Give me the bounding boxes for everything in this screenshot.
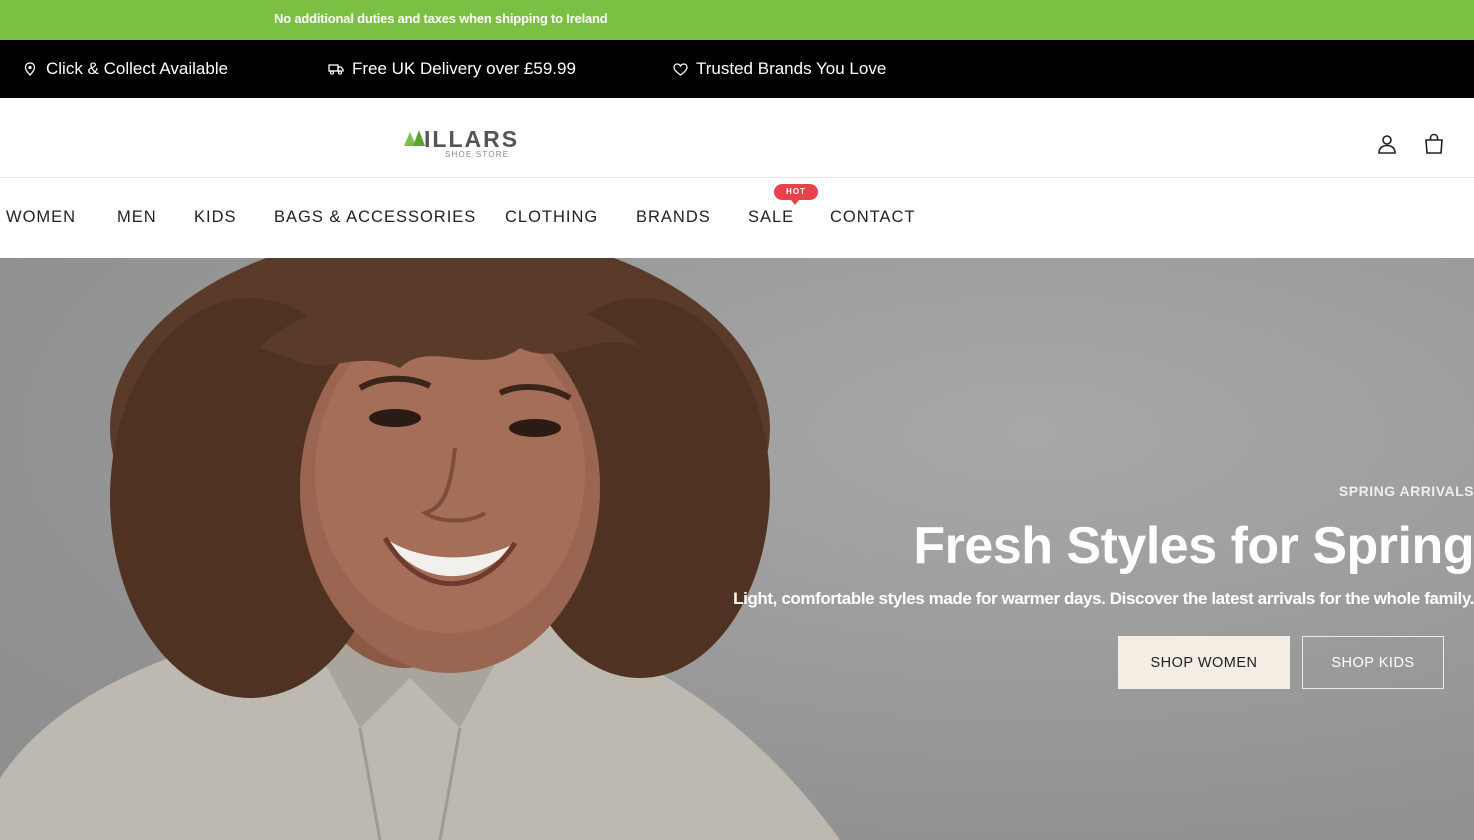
hero-description: Light, comfortable styles made for warme… bbox=[733, 589, 1474, 608]
announcement-bar: No additional duties and taxes when ship… bbox=[0, 0, 1474, 40]
usp-trusted-brands: Trusted Brands You Love bbox=[672, 59, 886, 79]
hero-banner: SPRING ARRIVALS Fresh Styles for Spring … bbox=[0, 258, 1474, 840]
nav-item-brands[interactable]: BRANDS bbox=[636, 208, 711, 227]
site-header: ILLARS SHOE STORE bbox=[0, 98, 1474, 178]
nav-item-sale[interactable]: SALE bbox=[748, 208, 794, 227]
truck-icon bbox=[328, 61, 344, 77]
shopping-bag-icon[interactable] bbox=[1422, 132, 1446, 156]
nav-item-contact[interactable]: CONTACT bbox=[830, 208, 916, 227]
usp-bar: Click & Collect Available Free UK Delive… bbox=[0, 40, 1474, 98]
hot-badge: HOT bbox=[774, 184, 818, 205]
usp-click-collect: Click & Collect Available bbox=[22, 59, 228, 79]
nav-item-bags-accessories[interactable]: BAGS & ACCESSORIES bbox=[274, 208, 476, 227]
account-icon[interactable] bbox=[1375, 132, 1399, 156]
shop-kids-button[interactable]: SHOP KIDS bbox=[1302, 636, 1444, 689]
usp-label: Trusted Brands You Love bbox=[696, 59, 887, 78]
nav-item-clothing[interactable]: CLOTHING bbox=[505, 208, 598, 227]
main-nav: WOMEN MEN KIDS BAGS & ACCESSORIES CLOTHI… bbox=[0, 178, 1474, 258]
hero-eyebrow: SPRING ARRIVALS bbox=[1338, 483, 1474, 499]
announcement-text: No additional duties and taxes when ship… bbox=[274, 11, 608, 26]
heart-icon bbox=[672, 61, 688, 77]
nav-item-women[interactable]: WOMEN bbox=[6, 208, 76, 227]
hero-headline: Fresh Styles for Spring bbox=[913, 517, 1474, 575]
logo-subtitle: SHOE STORE bbox=[445, 150, 510, 159]
nav-item-men[interactable]: MEN bbox=[117, 208, 157, 227]
logo-text: ILLARS bbox=[424, 126, 520, 152]
usp-free-delivery: Free UK Delivery over £59.99 bbox=[328, 59, 576, 79]
site-logo[interactable]: ILLARS SHOE STORE bbox=[404, 126, 524, 160]
shop-women-button[interactable]: SHOP WOMEN bbox=[1118, 636, 1290, 689]
pin-icon bbox=[22, 61, 38, 77]
usp-label: Free UK Delivery over £59.99 bbox=[352, 59, 576, 78]
usp-label: Click & Collect Available bbox=[46, 59, 229, 78]
nav-item-kids[interactable]: KIDS bbox=[194, 208, 237, 227]
